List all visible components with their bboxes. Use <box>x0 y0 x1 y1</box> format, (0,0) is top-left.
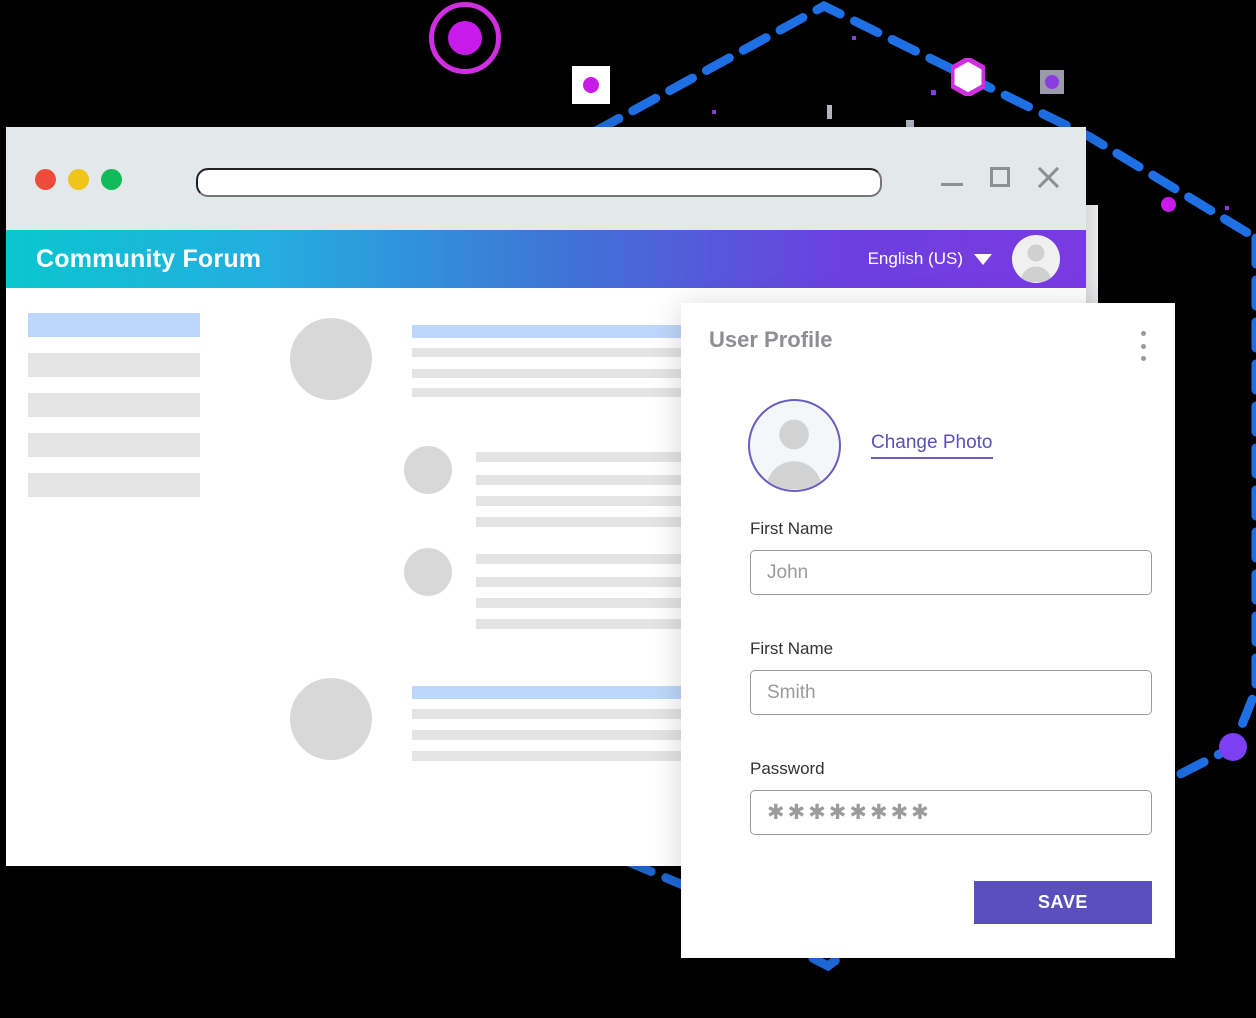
close-button[interactable] <box>1034 163 1062 191</box>
last-name-input[interactable] <box>750 670 1152 715</box>
field-group-last-name: First Name <box>750 639 1152 715</box>
micro-square-1-icon <box>827 105 832 119</box>
language-selector[interactable]: English (US) <box>868 249 992 269</box>
minimize-button[interactable] <box>938 163 966 191</box>
maximize-window-dot[interactable] <box>101 169 122 190</box>
post-avatar-placeholder <box>290 678 372 760</box>
more-vertical-icon[interactable] <box>1133 329 1153 363</box>
app-header-bar: Community Forum English (US) <box>6 230 1086 288</box>
micro-dot-4-icon <box>1225 206 1229 210</box>
header-right-group: English (US) <box>868 235 1060 283</box>
first-name-input[interactable] <box>750 550 1152 595</box>
traffic-lights <box>35 169 122 190</box>
sidebar-placeholder-bar <box>28 433 200 457</box>
magenta-hexagon-icon <box>951 58 985 96</box>
password-label: Password <box>750 759 825 778</box>
change-photo-link[interactable]: Change Photo <box>871 432 993 459</box>
minimize-window-dot[interactable] <box>68 169 89 190</box>
profile-avatar-row: Change Photo <box>748 399 993 492</box>
language-label: English (US) <box>867 249 963 268</box>
password-input[interactable] <box>750 790 1152 835</box>
sidebar-placeholder-bar <box>28 473 200 497</box>
field-group-first-name: First Name <box>750 519 1152 595</box>
user-avatar-icon <box>766 419 822 490</box>
field-group-password: Password <box>750 759 1152 835</box>
user-profile-card: User Profile Change Photo First Name Fir… <box>681 303 1175 958</box>
post-avatar-placeholder <box>404 548 452 596</box>
chevron-down-icon <box>974 253 992 265</box>
magenta-dot-icon <box>448 21 482 55</box>
close-window-dot[interactable] <box>35 169 56 190</box>
magenta-dot-right-icon <box>1161 197 1176 212</box>
browser-titlebar <box>6 127 1086 230</box>
user-avatar-icon <box>1020 244 1052 282</box>
sidebar-placeholder-bar <box>28 393 200 417</box>
micro-dot-1-icon <box>852 36 856 40</box>
profile-card-title: User Profile <box>709 327 833 352</box>
gray-square-dot-icon <box>1040 70 1064 94</box>
purple-dot-right-icon <box>1219 733 1247 761</box>
white-square-dot-icon <box>572 66 610 104</box>
profile-avatar[interactable] <box>748 399 841 492</box>
first-name-label: First Name <box>750 519 834 538</box>
post-avatar-placeholder <box>290 318 372 400</box>
save-button[interactable]: SAVE <box>974 881 1152 924</box>
address-bar[interactable] <box>196 168 882 197</box>
window-controls <box>938 163 1062 191</box>
page-title: Community Forum <box>36 244 262 273</box>
micro-dot-2-icon <box>712 110 716 114</box>
maximize-button[interactable] <box>986 163 1014 191</box>
sidebar-placeholder-bar <box>28 313 200 337</box>
post-avatar-placeholder <box>404 446 452 494</box>
sidebar-placeholder-bar <box>28 353 200 377</box>
avatar[interactable] <box>1012 235 1060 283</box>
last-name-label: First Name <box>750 639 834 658</box>
micro-dot-3-icon <box>931 90 936 95</box>
